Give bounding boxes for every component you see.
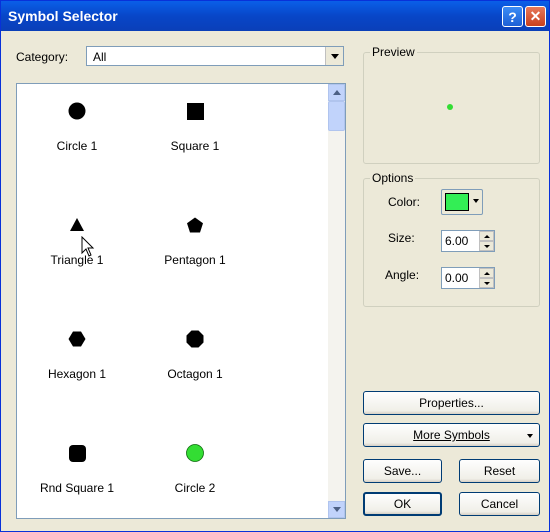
help-button[interactable]: ? xyxy=(502,6,523,27)
ok-button[interactable]: OK xyxy=(363,492,442,516)
category-value: All xyxy=(93,50,107,64)
save-button[interactable]: Save... xyxy=(363,459,442,483)
symbol-name: Circle 1 xyxy=(56,139,98,153)
angle-label: Angle: xyxy=(385,268,420,282)
color-swatch xyxy=(445,193,469,211)
triangle-symbol-icon xyxy=(69,218,84,231)
size-value: 6.00 xyxy=(445,234,469,248)
close-icon: ✕ xyxy=(529,8,542,24)
save-label: Save... xyxy=(383,464,422,478)
more-symbols-dropdown-icon xyxy=(527,434,533,438)
size-label: Size: xyxy=(388,231,415,245)
symbol-name: Hexagon 1 xyxy=(47,367,107,381)
symbol-name: Rnd Square 1 xyxy=(39,481,115,495)
symbol-list[interactable]: Circle 1 Square 1 Triangle 1 Pentagon 1 Hexa… xyxy=(16,83,346,519)
dropdown-arrow-icon[interactable] xyxy=(325,47,343,65)
angle-value: 0.00 xyxy=(445,271,469,285)
window-title: Symbol Selector xyxy=(8,8,118,24)
color-dropdown-icon xyxy=(473,199,479,203)
preview-symbol xyxy=(447,104,453,110)
preview-title: Preview xyxy=(370,45,417,59)
symbol-item[interactable]: Triangle 1 xyxy=(17,216,137,267)
more-symbols-label: More Symbols xyxy=(413,428,490,442)
color-label: Color: xyxy=(388,195,421,209)
circle-symbol-icon xyxy=(185,444,204,462)
ok-label: OK xyxy=(393,497,412,511)
properties-button[interactable]: Properties... xyxy=(363,391,540,415)
options-title: Options xyxy=(370,171,416,185)
category-label: Category: xyxy=(16,50,69,64)
size-decrement-button[interactable] xyxy=(479,241,494,251)
square-symbol-icon xyxy=(186,103,204,120)
rounded-square-symbol-icon xyxy=(68,445,86,462)
more-symbols-button[interactable]: More Symbols xyxy=(363,423,540,447)
hexagon-symbol-icon xyxy=(68,331,85,347)
preview-group: Preview xyxy=(363,45,540,164)
mouse-cursor-icon xyxy=(81,236,95,257)
scroll-down-button[interactable] xyxy=(328,501,345,518)
symbol-item[interactable]: Pentagon 1 xyxy=(135,216,255,267)
scroll-thumb[interactable] xyxy=(328,101,345,131)
reset-button[interactable]: Reset xyxy=(459,459,540,483)
pentagon-symbol-icon xyxy=(186,217,203,233)
angle-increment-button[interactable] xyxy=(479,268,494,278)
symbol-item[interactable]: Hexagon 1 xyxy=(17,330,137,381)
angle-spinner[interactable]: 0.00 xyxy=(441,267,495,289)
symbol-item[interactable]: Circle 2 xyxy=(135,444,255,495)
symbol-name: Octagon 1 xyxy=(167,367,223,381)
circle-symbol-icon xyxy=(68,102,85,120)
help-icon: ? xyxy=(508,8,517,25)
symbol-name: Circle 2 xyxy=(174,481,216,495)
options-group: Options Color: Size: 6.00 Angle: 0.00 xyxy=(363,171,540,307)
octagon-symbol-icon xyxy=(186,330,203,348)
symbol-item[interactable]: Rnd Square 1 xyxy=(17,444,137,495)
symbol-item[interactable]: Square 1 xyxy=(135,102,255,153)
angle-decrement-button[interactable] xyxy=(479,278,494,288)
chevron-down-icon xyxy=(332,507,341,512)
size-increment-button[interactable] xyxy=(479,231,494,241)
close-button[interactable]: ✕ xyxy=(525,6,546,27)
chevron-up-icon xyxy=(332,90,341,95)
symbol-name: Triangle 1 xyxy=(50,253,104,267)
symbol-item[interactable]: Circle 1 xyxy=(17,102,137,153)
title-bar[interactable]: Symbol Selector ? ✕ xyxy=(1,1,549,31)
cancel-button[interactable]: Cancel xyxy=(459,492,540,516)
size-spinner[interactable]: 6.00 xyxy=(441,230,495,252)
symbol-item[interactable]: Octagon 1 xyxy=(135,330,255,381)
symbol-selector-dialog: Symbol Selector ? ✕ Category: All Circle… xyxy=(0,0,550,532)
color-picker[interactable] xyxy=(441,189,483,215)
category-dropdown[interactable]: All xyxy=(86,46,344,66)
cancel-label: Cancel xyxy=(480,497,519,511)
reset-label: Reset xyxy=(483,464,516,478)
scroll-up-button[interactable] xyxy=(328,84,345,101)
vertical-scrollbar[interactable] xyxy=(328,84,345,518)
symbol-name: Square 1 xyxy=(170,139,220,153)
symbol-name: Pentagon 1 xyxy=(164,253,226,267)
properties-label: Properties... xyxy=(419,396,484,410)
